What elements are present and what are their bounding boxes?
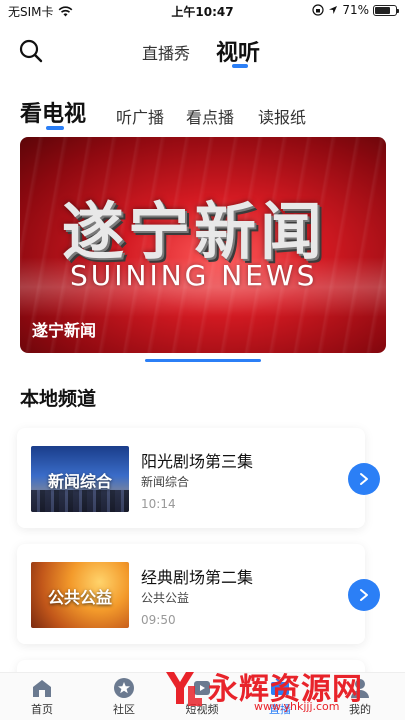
chevron-right-icon	[360, 473, 368, 485]
banner-page-indicator	[145, 359, 261, 362]
channel-card[interactable]: 新闻综合 阳光剧场第三集 新闻综合 10:14	[17, 428, 380, 528]
channel-time: 10:14	[141, 497, 176, 511]
active-subtab-indicator	[46, 126, 64, 130]
location-icon	[329, 6, 338, 14]
nav-community[interactable]: 社区	[94, 677, 154, 717]
channel-card[interactable]: 公共公益 经典剧场第二集 公共公益 09:50	[17, 544, 380, 644]
search-icon[interactable]	[18, 38, 44, 64]
channel-name: 公共公益	[141, 591, 190, 605]
nav-home-label: 首页	[31, 703, 53, 716]
battery-percent: 71%	[342, 3, 369, 17]
banner-caption: 遂宁新闻	[32, 321, 97, 340]
channel-program-title: 阳光剧场第三集	[141, 452, 254, 471]
chevron-right-icon	[360, 589, 368, 601]
featured-banner[interactable]: 遂宁新闻 SUINING NEWS 遂宁新闻	[20, 137, 386, 353]
top-header: 直播秀 视听	[0, 28, 405, 72]
active-tab-indicator	[232, 64, 248, 68]
watermark-logo-icon	[166, 672, 202, 706]
banner-title-cn: 遂宁新闻	[62, 195, 327, 268]
subtab-read-newspaper[interactable]: 读报纸	[258, 104, 306, 128]
tab-live-show[interactable]: 直播秀	[142, 40, 190, 64]
section-title: 本地频道	[20, 388, 97, 410]
status-bar: 无SIM卡 上午10:47 71%	[0, 0, 405, 22]
thumbnail-label: 公共公益	[47, 588, 112, 607]
channel-time: 09:50	[141, 613, 176, 627]
channel-thumbnail: 新闻综合	[31, 446, 129, 512]
subtab-listen-radio[interactable]: 听广播	[116, 104, 164, 128]
watermark: 永辉资源网 www.yhkjjj.com	[162, 664, 392, 716]
sub-tabs: 看电视 听广播 看点播 读报纸	[0, 94, 405, 134]
thumbnail-label: 新闻综合	[47, 472, 112, 491]
home-icon	[33, 680, 51, 697]
nav-community-label: 社区	[113, 703, 135, 716]
open-channel-button[interactable]	[348, 579, 380, 611]
star-icon	[114, 678, 134, 698]
app-screen: 无SIM卡 上午10:47 71% 直播秀 视听 看电视 听广播 看点播 读报纸…	[0, 0, 405, 720]
channel-thumbnail: 公共公益	[31, 562, 129, 628]
orientation-lock-icon	[312, 4, 324, 16]
battery-icon	[373, 4, 399, 16]
banner-title-en: SUINING NEWS	[70, 259, 318, 292]
watermark-url: www.yhkjjj.com	[254, 700, 340, 713]
open-channel-button[interactable]	[348, 463, 380, 495]
nav-home[interactable]: 首页	[12, 677, 72, 717]
subtab-watch-tv[interactable]: 看电视	[20, 96, 86, 128]
subtab-on-demand[interactable]: 看点播	[186, 104, 234, 128]
channel-name: 新闻综合	[141, 475, 190, 489]
channel-program-title: 经典剧场第二集	[141, 568, 254, 587]
tab-audio-video[interactable]: 视听	[216, 35, 260, 67]
